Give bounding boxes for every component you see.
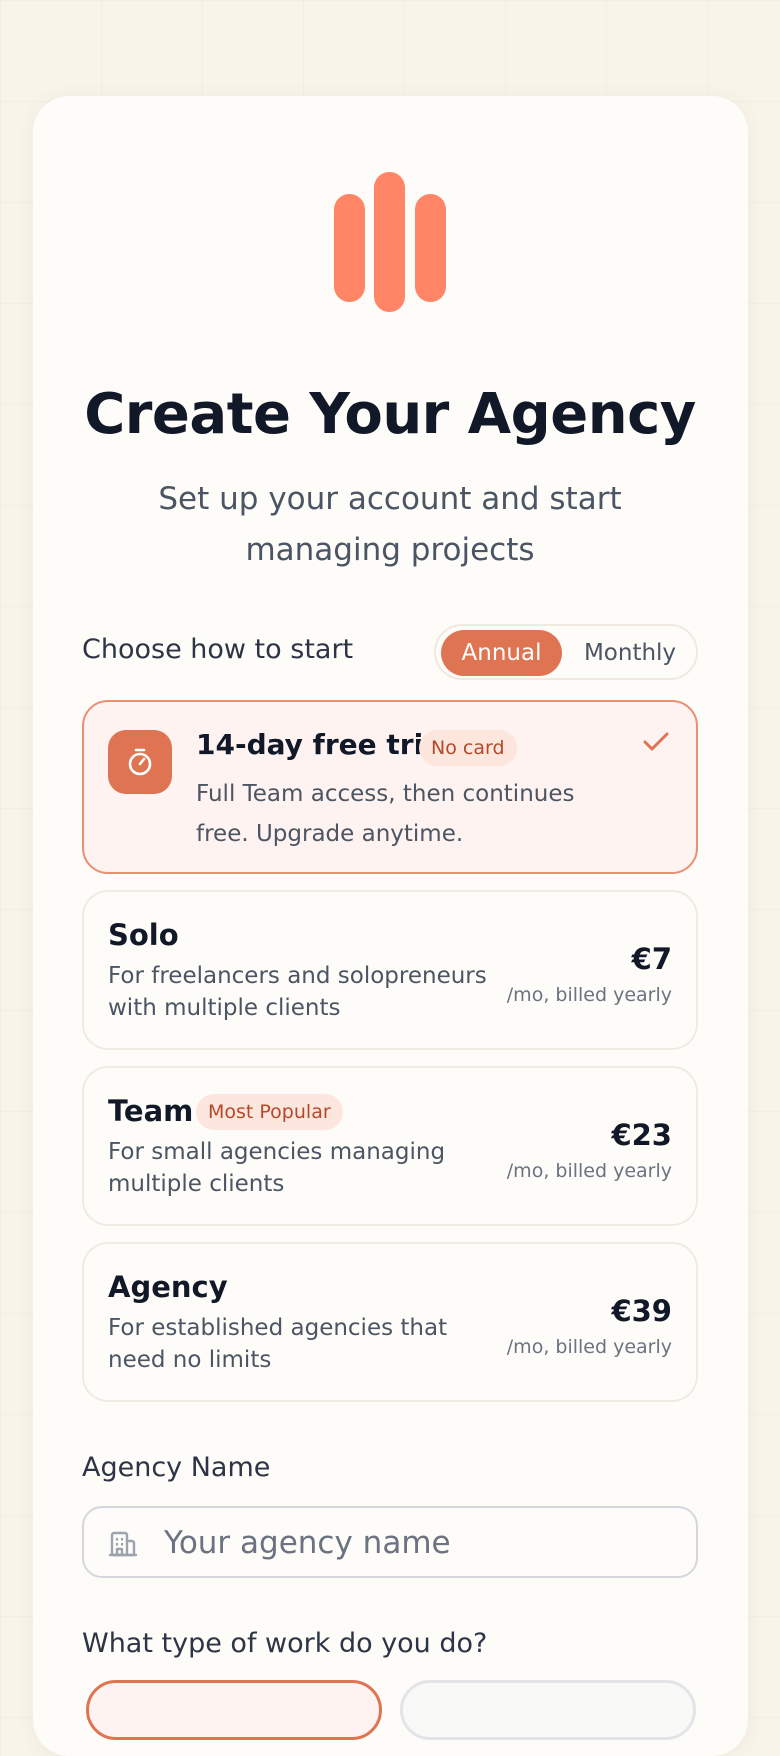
billing-option-monthly[interactable]: Monthly bbox=[568, 630, 692, 676]
plan-name: Solo bbox=[108, 918, 179, 952]
billing-period-toggle: Annual Monthly bbox=[434, 624, 698, 680]
brand-logo bbox=[334, 172, 446, 312]
work-type-option[interactable] bbox=[86, 1680, 382, 1740]
plan-description: For small agencies managing multiple cli… bbox=[108, 1139, 446, 1197]
selected-check-icon bbox=[642, 730, 670, 758]
plan-billing-period: /mo, billed yearly bbox=[506, 1336, 672, 1358]
stopwatch-icon bbox=[108, 730, 172, 794]
billing-option-annual[interactable]: Annual bbox=[441, 630, 562, 676]
plan-description: For freelancers and solopreneurs with mu… bbox=[108, 963, 487, 1021]
logo-bar-center bbox=[374, 172, 405, 312]
page-subtitle: Set up your account and start managing p… bbox=[158, 481, 622, 568]
plan-name: Agency bbox=[108, 1270, 228, 1304]
most-popular-badge: Most Popular bbox=[196, 1094, 343, 1130]
plan-price: €23 bbox=[611, 1118, 672, 1152]
billing-choice-label: Choose how to start bbox=[82, 634, 354, 665]
plan-price: €39 bbox=[611, 1294, 672, 1328]
plan-option-team[interactable]: Team Most Popular For small agencies man… bbox=[82, 1066, 698, 1226]
work-type-option[interactable] bbox=[400, 1680, 696, 1740]
plan-billing-period: /mo, billed yearly bbox=[506, 984, 672, 1006]
plan-option-free-trial[interactable]: 14-day free trial No card Full Team acce… bbox=[82, 700, 698, 874]
plan-name: Team bbox=[108, 1094, 194, 1128]
plan-option-agency[interactable]: Agency For established agencies that nee… bbox=[82, 1242, 698, 1402]
agency-name-input[interactable] bbox=[162, 1516, 676, 1570]
logo-bar-left bbox=[334, 194, 365, 302]
plan-price: €7 bbox=[631, 942, 672, 976]
plan-option-solo[interactable]: Solo For freelancers and solopreneurs wi… bbox=[82, 890, 698, 1050]
agency-name-label: Agency Name bbox=[82, 1452, 271, 1483]
plan-description: For established agencies that need no li… bbox=[108, 1315, 448, 1373]
trial-description: Full Team access, then continues free. U… bbox=[196, 781, 575, 847]
work-type-label: What type of work do you do? bbox=[82, 1628, 488, 1659]
plan-billing-period: /mo, billed yearly bbox=[506, 1160, 672, 1182]
trial-title: 14-day free trial bbox=[196, 728, 452, 761]
agency-name-field-wrapper bbox=[82, 1506, 698, 1578]
building-icon bbox=[108, 1530, 138, 1562]
page-title: Create Your Agency bbox=[84, 382, 696, 447]
no-card-badge: No card bbox=[419, 730, 517, 766]
logo-bar-right bbox=[415, 194, 446, 302]
